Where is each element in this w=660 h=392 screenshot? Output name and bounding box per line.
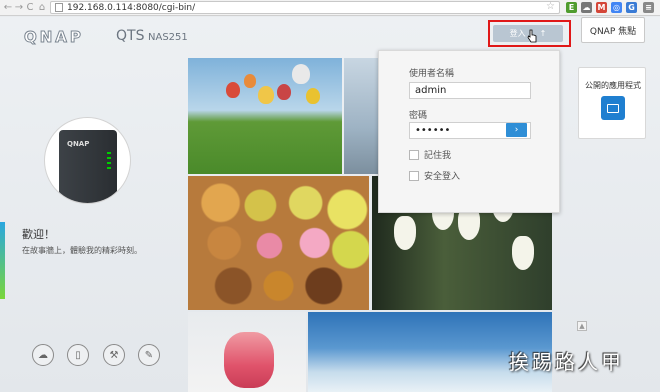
balloon <box>306 88 320 104</box>
address-bar[interactable]: 192.168.0.114:8080/cgi-bin/ ☆ <box>50 1 560 14</box>
qnap-point-button[interactable]: QNAP 焦點 <box>581 17 645 43</box>
welcome-title: 歡迎！ <box>22 228 55 241</box>
balloon <box>277 84 291 100</box>
login-submit-button[interactable]: › <box>506 123 527 137</box>
balloon <box>258 86 274 104</box>
mobile-app-icon[interactable]: ▯ <box>67 344 89 366</box>
cloud-icon[interactable]: ☁ <box>581 2 592 13</box>
public-apps-title: 公開的應用程式 <box>585 81 641 90</box>
page-icon <box>55 3 63 12</box>
tulip <box>394 216 416 250</box>
accent-bar <box>0 222 5 299</box>
qnap-logo: QNAP <box>24 28 84 47</box>
secure-login-checkbox[interactable] <box>409 170 419 181</box>
photo-cake[interactable] <box>188 312 306 392</box>
secure-login-option[interactable]: 安全登入 <box>409 169 460 182</box>
photo-city[interactable] <box>344 58 380 174</box>
secure-login-label: 安全登入 <box>424 172 461 182</box>
balloon <box>226 82 240 98</box>
hand-cursor-icon <box>527 29 537 43</box>
chrome-icon[interactable]: ◎ <box>611 2 622 13</box>
nas-model: NAS251 <box>148 32 188 43</box>
browser-toolbar: ← → C ⌂ 192.168.0.114:8080/cgi-bin/ ☆ E … <box>0 0 660 16</box>
balloon <box>292 64 310 84</box>
scroll-up-icon[interactable]: ▲ <box>577 321 587 331</box>
nas-device-image: QNAP <box>44 117 131 204</box>
cloud-link-icon[interactable]: ☁ <box>32 344 54 366</box>
public-apps-card[interactable]: 公開的應用程式 <box>578 67 646 139</box>
tools-icon[interactable]: ⚒ <box>103 344 125 366</box>
login-button-label: 登入 <box>509 29 526 38</box>
photo-app-icon[interactable] <box>601 96 625 120</box>
home-icon[interactable]: ⌂ <box>36 1 48 15</box>
balloon <box>244 74 256 88</box>
username-label: 使用者名稱 <box>409 69 455 79</box>
product-name: QTS <box>116 28 145 44</box>
login-panel: 使用者名稱 admin 密碼 •••••• › 記住我 安全登入 <box>378 50 560 213</box>
nas-device-illustration: QNAP <box>59 130 117 203</box>
photo-balloon-festival[interactable] <box>188 58 342 174</box>
cake <box>224 332 274 388</box>
reload-icon[interactable]: C <box>24 1 36 15</box>
remember-me-label: 記住我 <box>424 151 452 161</box>
status-leds <box>107 152 111 170</box>
url-text: 192.168.0.114:8080/cgi-bin/ <box>67 2 196 13</box>
watermark: 挨踢路人甲 <box>509 350 624 374</box>
password-label: 密碼 <box>409 111 428 121</box>
menu-icon[interactable]: ≡ <box>643 2 654 13</box>
device-logo: QNAP <box>67 140 90 148</box>
photo-macarons[interactable] <box>188 176 369 310</box>
remember-me-checkbox[interactable] <box>409 149 419 160</box>
arrow-up-icon: ↑ <box>539 29 547 38</box>
evernote-icon[interactable]: E <box>566 2 577 13</box>
gmail-icon[interactable]: M <box>596 2 607 13</box>
tulip <box>512 236 534 270</box>
translate-icon[interactable]: G <box>626 2 637 13</box>
welcome-subtitle: 在故事牆上，體驗我的精彩時刻。 <box>22 246 142 255</box>
bookmark-star-icon[interactable]: ☆ <box>546 1 555 12</box>
remember-me-option[interactable]: 記住我 <box>409 148 451 161</box>
feedback-icon[interactable]: ✎ <box>138 344 160 366</box>
username-input[interactable]: admin <box>409 82 531 99</box>
